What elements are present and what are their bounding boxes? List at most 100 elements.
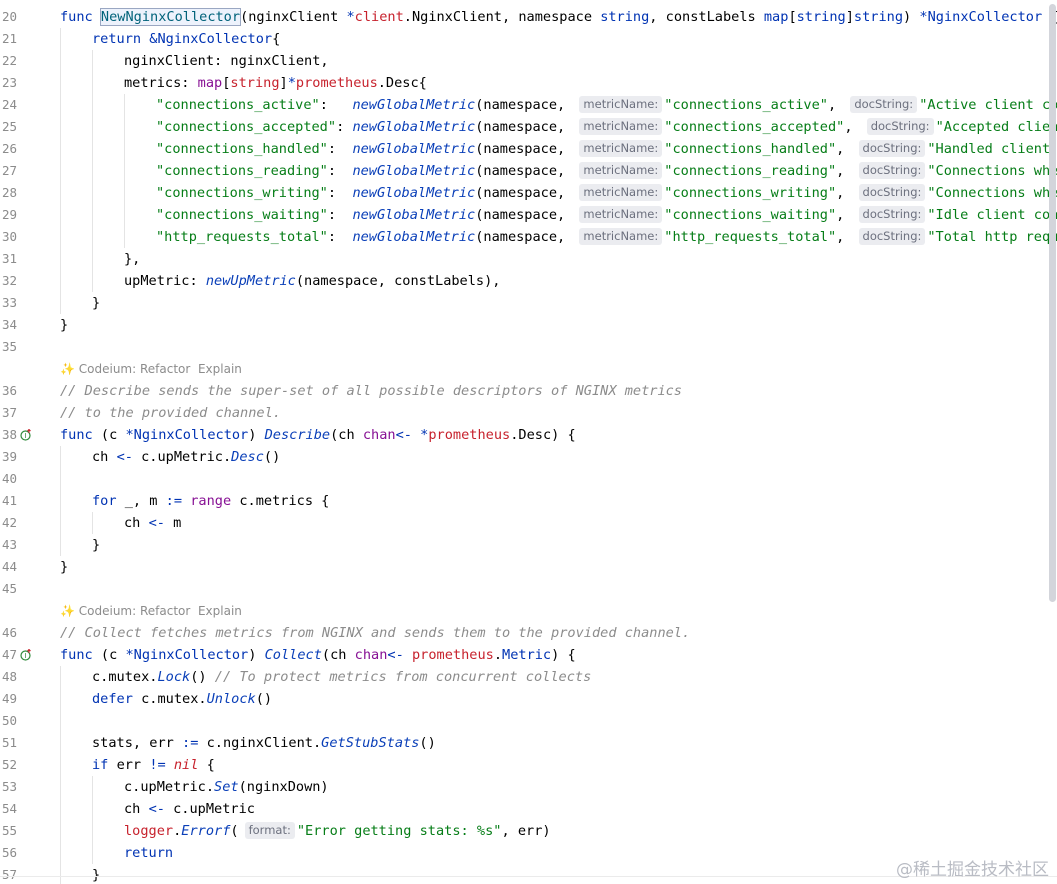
code-text[interactable]: "connections_active": newGlobalMetric(na… [156,94,1057,116]
code-token: client [354,9,404,25]
code-text[interactable]: upMetric: newUpMetric(namespace, constLa… [124,270,500,292]
code-line[interactable]: 25 "connections_accepted": newGlobalMetri… [0,116,1057,138]
code-line[interactable]: 48 c.mutex.Lock() // To protect metrics f… [0,666,1057,688]
codeium-explain-link[interactable]: Explain [198,604,242,618]
code-line[interactable]: 45 [0,578,1057,600]
indent-guide [60,666,61,688]
code-token: Metric [502,647,552,663]
code-line[interactable]: 40 [0,468,1057,490]
code-text[interactable]: stats, err := c.nginxClient.GetStubStats… [92,732,436,754]
code-line[interactable]: 46 // Collect fetches metrics from NGINX … [0,622,1057,644]
code-text[interactable]: ch <- c.upMetric [124,798,255,820]
codeium-lens-actions[interactable]: ✨ Codeium: Refactor Explain [60,358,242,380]
code-text[interactable]: logger.Errorf(format: "Error getting stat… [124,820,551,842]
code-text[interactable]: ch <- c.upMetric.Desc() [92,446,280,468]
indent-guide [60,248,61,270]
code-token: c.nginxClient. [198,735,322,751]
code-text[interactable]: c.mutex.Lock() // To protect metrics fro… [92,666,591,688]
code-line[interactable]: 36 // Describe sends the super-set of all… [0,380,1057,402]
code-line[interactable]: 44} [0,556,1057,578]
code-line[interactable]: 43} [0,534,1057,556]
codeium-lens[interactable]: ✨ Codeium: Refactor Explain [0,358,1057,380]
code-line[interactable]: 28 "connections_writing": newGlobalMetric… [0,182,1057,204]
code-text[interactable]: // Describe sends the super-set of all p… [60,380,682,402]
code-text[interactable]: } [92,292,100,314]
code-text[interactable]: }, [124,248,140,270]
code-text[interactable]: ch <- m [124,512,181,534]
line-number: 44 [2,559,18,574]
code-text[interactable]: return &NginxCollector{ [92,28,280,50]
code-text[interactable]: for _, m := range c.metrics { [92,490,329,512]
code-line[interactable]: 49 defer c.mutex.Unlock() [0,688,1057,710]
code-text[interactable]: "connections_reading": newGlobalMetric(n… [156,160,1057,182]
code-text[interactable]: func (c *NginxCollector) Describe(ch cha… [60,424,576,446]
code-token: } [60,317,69,333]
code-text[interactable]: "connections_writing": newGlobalMetric(n… [156,182,1057,204]
code-text[interactable]: metrics: map[string]*prometheus.Desc{ [124,72,427,94]
indent-guide [60,776,61,798]
codeium-refactor-link[interactable]: Codeium: Refactor [79,362,191,376]
code-text[interactable]: defer c.mutex.Unlock() [92,688,272,710]
code-line[interactable]: 26 "connections_handled": newGlobalMetric… [0,138,1057,160]
codeium-lens-actions[interactable]: ✨ Codeium: Refactor Explain [60,600,242,622]
code-line[interactable]: 23 metrics: map[string]*prometheus.Desc{ [0,72,1057,94]
implements-method-icon[interactable]: I [20,648,32,661]
code-line[interactable]: 55 logger.Errorf(format: "Error getting st… [0,820,1057,842]
code-token: , [827,97,845,113]
code-line[interactable]: 47 Ifunc (c *NginxCollector) Collect(ch c… [0,644,1057,666]
code-line[interactable]: 32 upMetric: newUpMetric(namespace, const… [0,270,1057,292]
code-line[interactable]: 54 ch <- c.upMetric [0,798,1057,820]
parameter-hint: docString: [858,184,926,201]
code-text[interactable]: return [124,842,173,864]
code-line[interactable]: 42 ch <- m [0,512,1057,534]
code-text[interactable]: "http_requests_total": newGlobalMetric(n… [156,226,1057,248]
indent-guide [124,116,125,138]
code-line[interactable]: 34} [0,314,1057,336]
code-line[interactable]: 51 stats, err := c.nginxClient.GetStubSta… [0,732,1057,754]
code-line[interactable]: 22 nginxClient: nginxClient, [0,50,1057,72]
code-text[interactable]: c.upMetric.Set(nginxDown) [124,776,329,798]
code-text[interactable]: // to the provided channel. [60,402,281,424]
code-line[interactable]: 53 c.upMetric.Set(nginxDown) [0,776,1057,798]
code-text[interactable]: } [92,534,100,556]
code-line[interactable]: 29 "connections_waiting": newGlobalMetric… [0,204,1057,226]
code-line[interactable]: 41 for _, m := range c.metrics { [0,490,1057,512]
code-editor[interactable]: 20 func NewNginxCollector(nginxClient *cl… [0,0,1057,884]
code-line[interactable]: 39 ch <- c.upMetric.Desc() [0,446,1057,468]
implements-method-icon[interactable]: I [20,428,32,441]
indent-guide [60,820,61,842]
code-text[interactable]: "connections_waiting": newGlobalMetric(n… [156,204,1057,226]
codeium-refactor-link[interactable]: Codeium: Refactor [79,604,191,618]
vertical-scrollbar[interactable] [1049,4,1056,602]
code-text[interactable]: func (c *NginxCollector) Collect(ch chan… [60,644,576,666]
line-number: 55 [2,823,18,838]
codeium-explain-link[interactable]: Explain [198,362,242,376]
code-line[interactable]: 21 return &NginxCollector{ [0,28,1057,50]
code-text[interactable]: if err != nil { [92,754,215,776]
code-line[interactable]: 50 [0,710,1057,732]
code-text[interactable]: nginxClient: nginxClient, [124,50,329,72]
code-line[interactable]: 24 "connections_active": newGlobalMetric(… [0,94,1057,116]
code-line[interactable]: 31}, [0,248,1057,270]
indent-guide [124,94,125,116]
code-token: * [346,9,355,25]
code-text[interactable]: // Collect fetches metrics from NGINX an… [60,622,690,644]
code-text[interactable]: } [60,314,68,336]
code-line[interactable]: 20 func NewNginxCollector(nginxClient *cl… [0,6,1057,28]
code-token: <- [148,515,165,531]
code-text[interactable]: "connections_accepted": newGlobalMetric(… [156,116,1057,138]
code-line[interactable]: 30 "http_requests_total": newGlobalMetric… [0,226,1057,248]
line-number: 56 [2,845,18,860]
code-line[interactable]: 27 "connections_reading": newGlobalMetric… [0,160,1057,182]
code-text[interactable]: func NewNginxCollector(nginxClient *clie… [60,6,1057,28]
codeium-lens[interactable]: ✨ Codeium: Refactor Explain [0,600,1057,622]
code-line[interactable]: 38 Ifunc (c *NginxCollector) Describe(ch … [0,424,1057,446]
code-text[interactable]: "connections_handled": newGlobalMetric(n… [156,138,1057,160]
code-line[interactable]: 52 if err != nil { [0,754,1057,776]
code-line[interactable]: 35 [0,336,1057,358]
code-text[interactable]: } [92,864,100,884]
code-line[interactable]: 37 // to the provided channel. [0,402,1057,424]
code-text[interactable]: } [60,556,68,578]
indent-guide [92,226,93,248]
code-line[interactable]: 33} [0,292,1057,314]
